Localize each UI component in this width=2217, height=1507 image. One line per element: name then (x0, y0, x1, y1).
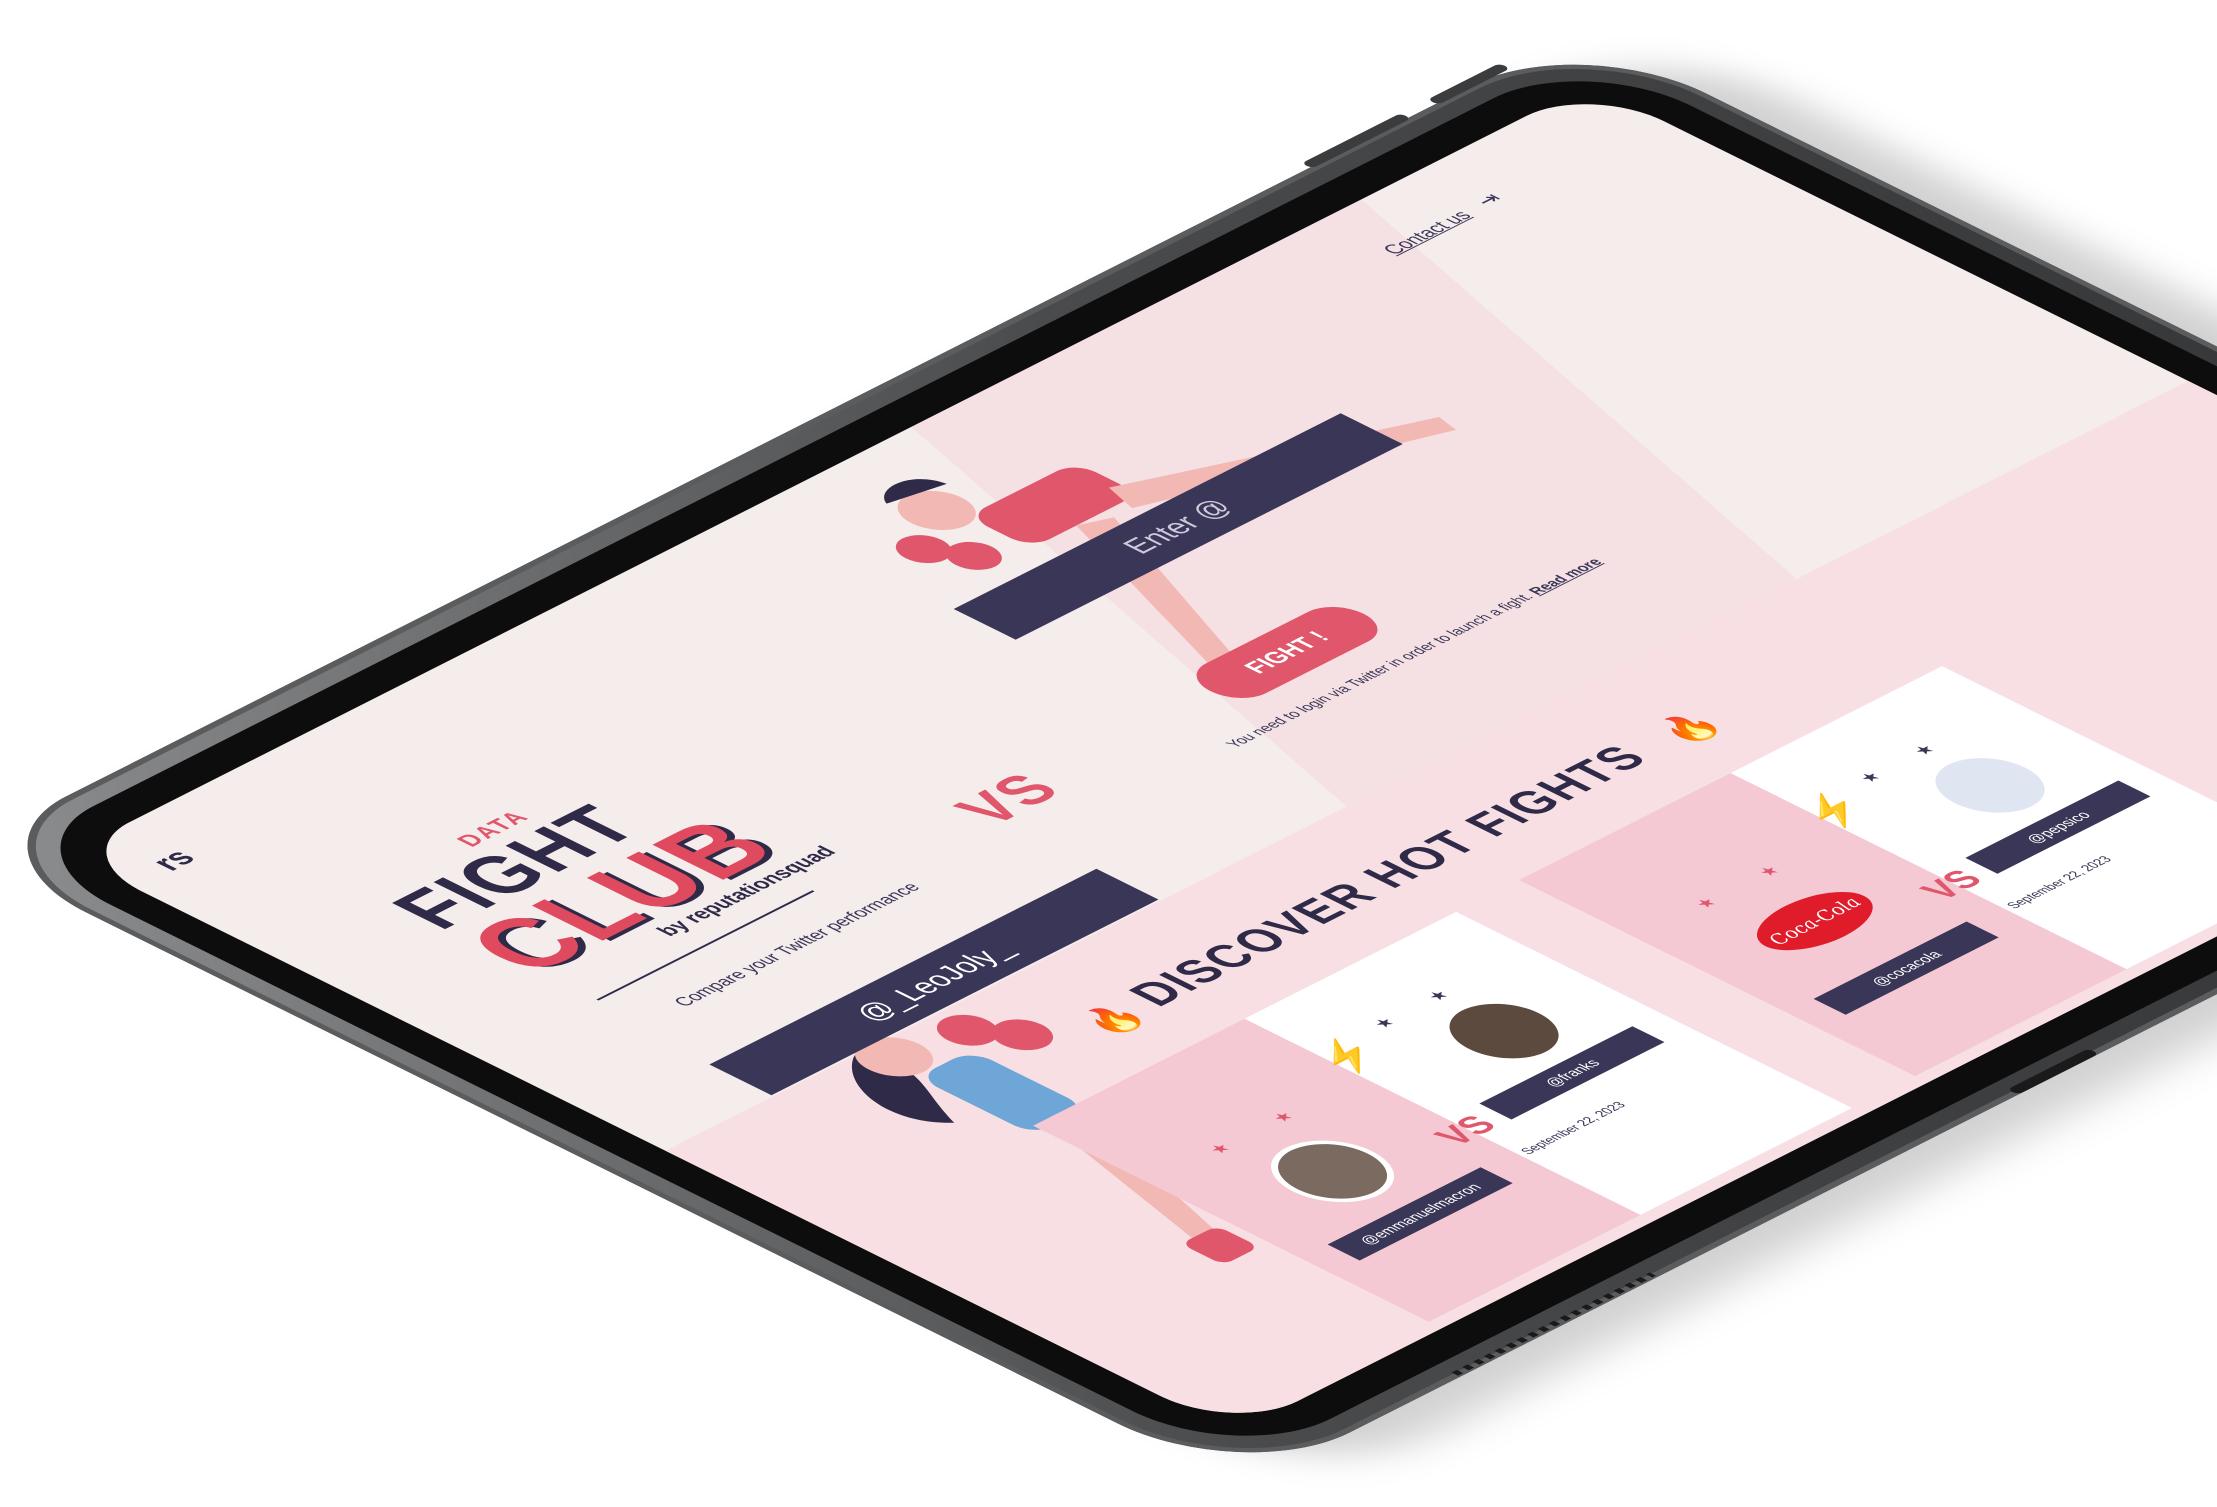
device-mockup: rs Contact us ⇥ DATA FIGHT CLUB by reput… (0, 0, 2217, 1489)
logout-icon[interactable]: ⇥ (1468, 187, 1511, 209)
tablet: rs Contact us ⇥ DATA FIGHT CLUB by reput… (0, 31, 2217, 1489)
corner-text: rs (143, 845, 205, 876)
vs-label: VS (938, 763, 1077, 834)
data-fight-club-logo: DATA FIGHT CLUB by reputationsquad (351, 741, 878, 1005)
